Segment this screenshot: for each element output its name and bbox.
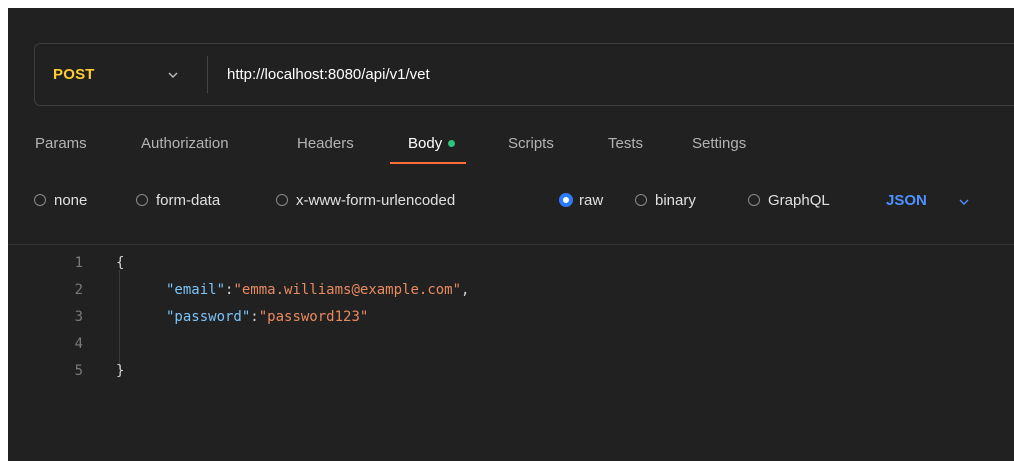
method-select[interactable]: POST <box>53 44 95 105</box>
line-code: "email":"emma.williams@example.com", <box>166 277 469 304</box>
radio-form-data[interactable] <box>136 194 148 206</box>
line-code: { <box>116 250 124 277</box>
tab-scripts[interactable]: Scripts <box>508 132 554 156</box>
tab-body[interactable]: Body <box>408 132 456 156</box>
radio-graphql[interactable] <box>748 194 760 206</box>
chevron-down-icon[interactable] <box>165 44 181 105</box>
radio-none[interactable] <box>34 194 46 206</box>
url-input[interactable]: http://localhost:8080/api/v1/vet <box>227 44 430 105</box>
json-value: "password123" <box>258 309 369 325</box>
body-type-label: form-data <box>156 192 221 209</box>
line-code: } <box>116 358 124 385</box>
line-number: 2 <box>74 282 83 298</box>
json-comma: , <box>461 282 470 298</box>
raw-format-select[interactable]: JSON <box>886 191 969 211</box>
json-colon: : <box>250 309 259 325</box>
body-type-label: none <box>54 192 88 209</box>
tab-tests[interactable]: Tests <box>608 132 643 156</box>
editor-line: 5 } <box>8 358 1014 385</box>
tab-body-label: Body <box>408 135 443 152</box>
chevron-down-icon <box>958 191 970 211</box>
tab-params[interactable]: Params <box>35 132 87 156</box>
body-type-label: GraphQL <box>768 192 830 209</box>
line-number: 5 <box>74 363 83 379</box>
body-type-label: raw <box>579 192 604 209</box>
request-editor: POST http://localhost:8080/api/v1/vet Pa… <box>8 8 1014 461</box>
code-editor[interactable]: 1 { 2 "email":"emma.williams@example.com… <box>8 250 1014 450</box>
json-value: "emma.williams@example.com" <box>233 282 462 298</box>
open-brace: { <box>116 255 125 271</box>
close-brace: } <box>116 363 125 379</box>
active-tab-underline <box>390 162 466 164</box>
radio-x-www-form-urlencoded[interactable] <box>276 194 288 206</box>
editor-line: 2 "email":"emma.williams@example.com", <box>8 277 1014 304</box>
tab-authorization[interactable]: Authorization <box>141 132 229 156</box>
radio-binary[interactable] <box>635 194 647 206</box>
url-divider <box>207 56 208 93</box>
line-number: 4 <box>74 336 83 352</box>
body-type-label: x-www-form-urlencoded <box>296 192 456 209</box>
radio-raw[interactable] <box>559 193 573 207</box>
raw-format-label: JSON <box>886 192 927 209</box>
line-number: 3 <box>74 309 83 325</box>
editor-line: 4 <box>8 331 1014 358</box>
body-type-options: none form-data x-www-form-urlencoded raw… <box>8 185 1014 217</box>
line-code: "password":"password123" <box>166 304 368 331</box>
url-bar: POST http://localhost:8080/api/v1/vet <box>34 43 1014 106</box>
json-key: "password" <box>166 309 251 325</box>
body-type-label: binary <box>655 192 696 209</box>
editor-line: 3 "password":"password123" <box>8 304 1014 331</box>
json-key: "email" <box>166 282 226 298</box>
line-number: 1 <box>74 255 83 271</box>
editor-line: 1 { <box>8 250 1014 277</box>
tab-settings[interactable]: Settings <box>692 132 746 156</box>
body-indicator-dot <box>448 139 456 147</box>
body-divider <box>8 244 1014 245</box>
tab-headers[interactable]: Headers <box>297 132 354 156</box>
